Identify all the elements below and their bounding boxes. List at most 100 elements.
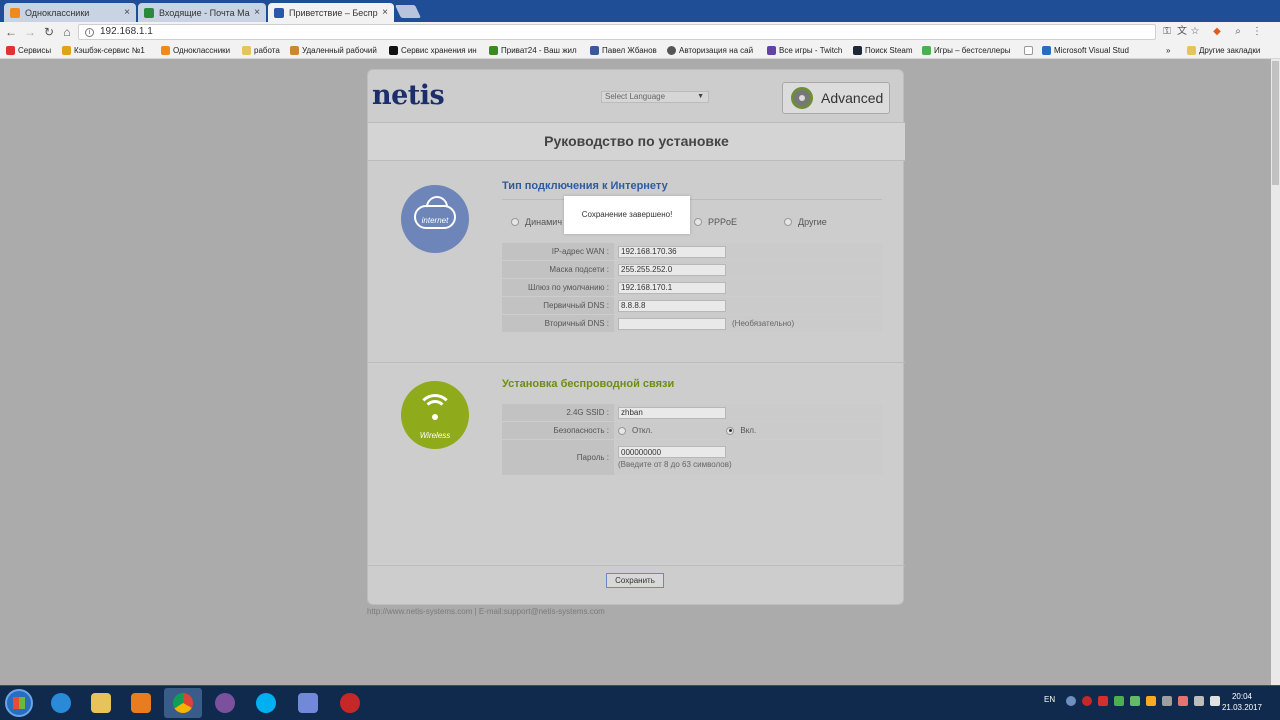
- security-on-option[interactable]: Вкл.: [726, 426, 756, 435]
- taskbar-media[interactable]: [122, 688, 160, 718]
- bookmark-games[interactable]: Игры – бестселлеры: [922, 44, 1010, 57]
- connection-option-dynamic[interactable]: Динамич: [511, 217, 562, 227]
- recorder-icon: [340, 693, 360, 713]
- bookmark-cashback[interactable]: Кэшбэк-сервис №1: [62, 44, 145, 57]
- taskbar-explorer[interactable]: [82, 688, 120, 718]
- back-icon[interactable]: ←: [3, 24, 19, 40]
- taskbar-viber[interactable]: [206, 688, 244, 718]
- forward-icon[interactable]: →: [22, 24, 38, 40]
- bookmark-storage[interactable]: Сервис хранения ин: [389, 44, 477, 57]
- folder-icon: [242, 46, 251, 55]
- radio-security-on[interactable]: [726, 426, 735, 435]
- tab-title: Приветствие – Беспро: [289, 7, 379, 18]
- start-button[interactable]: [5, 689, 33, 717]
- security-off-option[interactable]: Откл.: [618, 426, 652, 435]
- volume-icon[interactable]: [1210, 696, 1220, 706]
- taskbar-discord[interactable]: [289, 688, 327, 718]
- advanced-label: Advanced: [821, 90, 884, 106]
- secondary-dns-input[interactable]: [618, 317, 726, 330]
- radio-other[interactable]: [784, 218, 792, 226]
- star-icon[interactable]: ☆: [1188, 25, 1202, 39]
- language-indicator[interactable]: EN: [1044, 695, 1055, 704]
- tray-device-icon[interactable]: [1162, 696, 1172, 706]
- connection-option-pppoe[interactable]: PPPoE: [694, 217, 737, 227]
- bookmark-odnoklassniki[interactable]: Одноклассники: [161, 44, 230, 57]
- subnet-mask-input[interactable]: [618, 263, 726, 276]
- tray-antivirus-icon[interactable]: [1098, 696, 1108, 706]
- tray-tools-icon[interactable]: [1146, 696, 1156, 706]
- steam-icon: [853, 46, 862, 55]
- close-icon[interactable]: ×: [382, 7, 388, 18]
- search-icon[interactable]: ⌕: [1231, 25, 1245, 39]
- password-hint: (Введите от 8 до 63 символов): [618, 460, 732, 469]
- address-bar[interactable]: i 192.168.1.1: [78, 24, 1156, 40]
- tray-app-icon[interactable]: [1066, 696, 1076, 706]
- language-select[interactable]: Select Language ▼: [601, 91, 709, 103]
- radio-pppoe[interactable]: [694, 218, 702, 226]
- cashback-icon: [62, 46, 71, 55]
- bookmark-steam[interactable]: Поиск Steam: [853, 44, 913, 57]
- tab-netis-welcome[interactable]: Приветствие – Беспро ×: [268, 3, 394, 22]
- taskbar-chrome[interactable]: [164, 688, 202, 718]
- reload-icon[interactable]: ↻: [41, 24, 57, 40]
- tray-flag-icon[interactable]: [1178, 696, 1188, 706]
- tab-strip: Одноклассники × Входящие - Почта Mail. ×…: [0, 0, 1280, 22]
- connection-option-other[interactable]: Другие: [784, 217, 827, 227]
- page-title: Руководство по установке: [368, 122, 905, 161]
- viber-icon: [215, 693, 235, 713]
- bookmark-services[interactable]: Сервисы: [6, 44, 51, 57]
- privat24-icon: [489, 46, 498, 55]
- bookmark-other[interactable]: Другие закладки: [1187, 44, 1260, 57]
- bookmark-twitch[interactable]: Все игры - Twitch: [767, 44, 842, 57]
- section-divider: [502, 199, 882, 200]
- setup-panel: netis Select Language ▼ Advanced Руковод…: [367, 69, 905, 605]
- tab-mail[interactable]: Входящие - Почта Mail. ×: [138, 3, 266, 22]
- form-row-subnet-mask: Маска подсети :: [502, 261, 882, 279]
- tab-odnoklassniki[interactable]: Одноклассники ×: [4, 3, 136, 22]
- bookmark-folder-work[interactable]: работа: [242, 44, 280, 57]
- info-icon[interactable]: i: [85, 27, 94, 37]
- apps-grid-icon: [6, 46, 15, 55]
- page-scrollbar[interactable]: [1271, 59, 1280, 685]
- close-icon[interactable]: ×: [124, 7, 130, 18]
- tray-network-icon[interactable]: [1130, 696, 1140, 706]
- taskbar-ie[interactable]: [42, 688, 80, 718]
- gateway-input[interactable]: [618, 281, 726, 294]
- tray-record-icon[interactable]: [1082, 696, 1092, 706]
- menu-icon[interactable]: ⋮: [1250, 25, 1264, 39]
- globe-icon: [667, 46, 676, 55]
- extension-icon[interactable]: ◆: [1210, 25, 1224, 39]
- wan-ip-input[interactable]: [618, 245, 726, 258]
- advanced-button[interactable]: Advanced: [782, 82, 890, 114]
- taskbar-skype[interactable]: [247, 688, 285, 718]
- bookmark-visual-studio[interactable]: Microsoft Visual Stud: [1042, 44, 1129, 57]
- internet-explorer-icon: [51, 693, 71, 713]
- bookmark-privat24[interactable]: Приват24 - Ваш жил: [489, 44, 577, 57]
- bookmarks-overflow-chevron[interactable]: »: [1166, 44, 1170, 57]
- media-player-icon: [131, 693, 151, 713]
- facebook-icon: [590, 46, 599, 55]
- key-icon[interactable]: ⚿: [1160, 25, 1174, 39]
- radio-dynamic[interactable]: [511, 218, 519, 226]
- translate-icon[interactable]: 文: [1175, 25, 1189, 39]
- taskbar-recorder[interactable]: [331, 688, 369, 718]
- ssid-input[interactable]: [618, 406, 726, 419]
- scrollbar-thumb[interactable]: [1272, 61, 1279, 185]
- tray-monitor-icon[interactable]: [1194, 696, 1204, 706]
- form-row-security: Безопасность : Откл. Вкл.: [502, 422, 882, 440]
- internet-cloud-icon: internet: [401, 185, 469, 253]
- tray-green-icon[interactable]: [1114, 696, 1124, 706]
- close-icon[interactable]: ×: [254, 7, 260, 18]
- primary-dns-input[interactable]: [618, 299, 726, 312]
- new-tab-button[interactable]: [394, 5, 422, 18]
- home-icon[interactable]: ⌂: [59, 24, 75, 40]
- password-input[interactable]: [618, 446, 726, 458]
- bookmark-blank[interactable]: [1024, 44, 1036, 57]
- system-clock[interactable]: 20:04 21.03.2017: [1222, 691, 1262, 713]
- save-button[interactable]: Сохранить: [606, 573, 664, 588]
- radio-security-off[interactable]: [618, 426, 626, 435]
- bookmark-remote-desktop[interactable]: Удаленный рабочий: [290, 44, 377, 57]
- bookmark-facebook[interactable]: Павел Жбанов: [590, 44, 657, 57]
- form-row-primary-dns: Первичный DNS :: [502, 297, 882, 315]
- bookmark-authorization[interactable]: Авторизация на сай: [667, 44, 753, 57]
